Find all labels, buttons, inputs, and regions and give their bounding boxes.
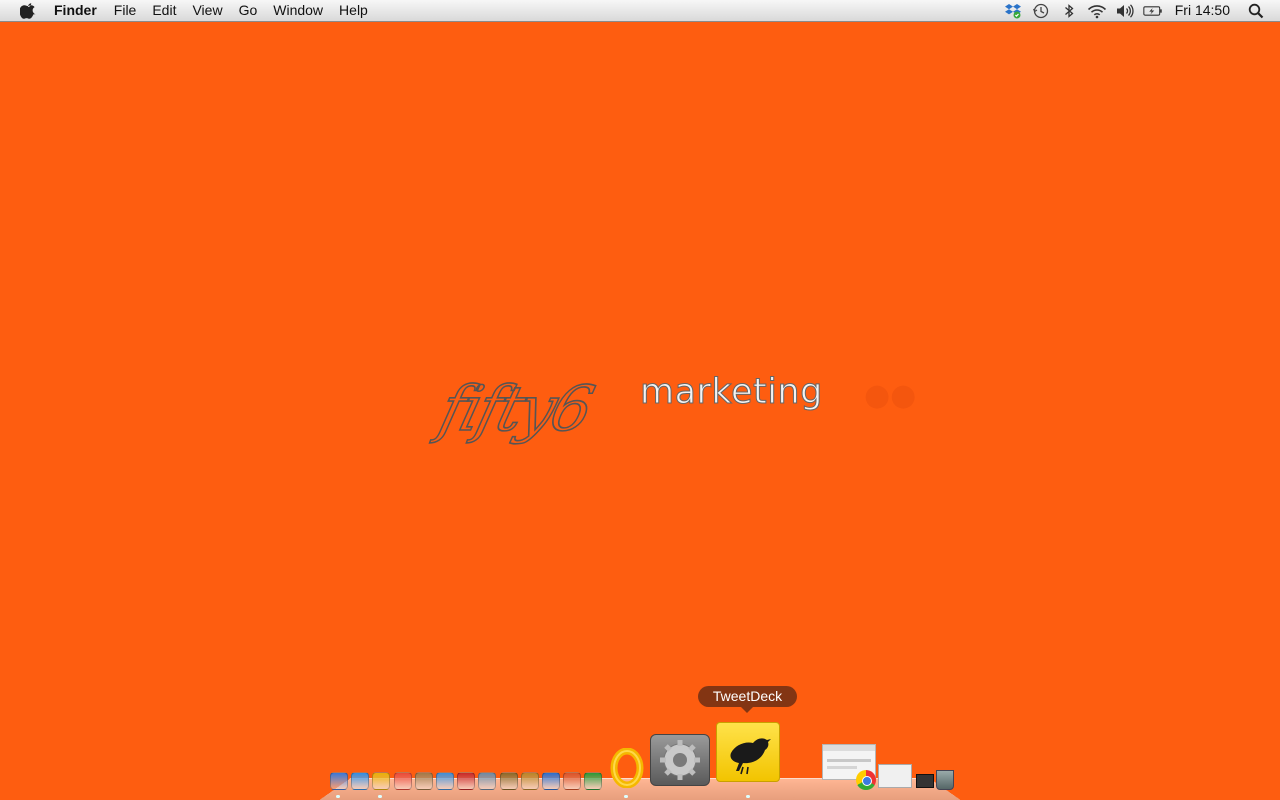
running-indicator <box>336 795 340 798</box>
menu-go[interactable]: Go <box>231 0 266 21</box>
garageband-icon[interactable] <box>521 772 539 790</box>
logo-script-text: fifty6 <box>432 371 599 446</box>
logo-ghost-mark: ●● <box>864 378 917 413</box>
itunes-icon[interactable] <box>436 772 454 790</box>
menu-bar: Finder File Edit View Go Window Help Fri… <box>0 0 1280 22</box>
menu-help[interactable]: Help <box>331 0 376 21</box>
tweetdeck-icon[interactable] <box>716 722 780 782</box>
bluetooth-icon[interactable] <box>1059 1 1079 21</box>
menu-bar-left: Finder File Edit View Go Window Help <box>0 0 376 21</box>
powerpoint-icon[interactable] <box>563 772 581 790</box>
running-indicator <box>746 795 750 798</box>
documents-stack-icon[interactable] <box>878 764 912 788</box>
finder-icon[interactable] <box>330 772 348 790</box>
logo-word-text: marketing <box>640 372 823 413</box>
menu-edit[interactable]: Edit <box>144 0 184 21</box>
menu-bar-right: Fri 14:50 <box>999 0 1280 21</box>
dropbox-icon[interactable] <box>1003 1 1023 21</box>
time-machine-icon[interactable] <box>1031 1 1051 21</box>
system-preferences-icon[interactable] <box>650 734 710 786</box>
spotlight-search-icon[interactable] <box>1246 1 1266 21</box>
window-line <box>827 759 871 762</box>
window-line <box>827 766 857 769</box>
menu-app-finder[interactable]: Finder <box>54 0 106 21</box>
outlook-icon[interactable] <box>610 747 644 789</box>
menu-view[interactable]: View <box>184 0 230 21</box>
menu-clock[interactable]: Fri 14:50 <box>1167 0 1240 21</box>
imovie-icon[interactable] <box>500 772 518 790</box>
apple-menu-icon[interactable] <box>18 1 38 21</box>
volume-icon[interactable] <box>1115 1 1135 21</box>
downloads-stack-icon[interactable] <box>916 774 934 788</box>
chrome-window-icon[interactable] <box>856 770 876 790</box>
chrome-center <box>862 776 872 786</box>
calendar-icon[interactable] <box>394 772 412 790</box>
excel-icon[interactable] <box>584 772 602 790</box>
photo-booth-icon[interactable] <box>457 772 475 790</box>
preview-icon[interactable] <box>478 772 496 790</box>
menu-file[interactable]: File <box>106 0 145 21</box>
battery-icon[interactable] <box>1143 1 1163 21</box>
dock-tooltip: TweetDeck <box>698 686 797 713</box>
wifi-icon[interactable] <box>1087 1 1107 21</box>
word-icon[interactable] <box>542 772 560 790</box>
running-indicator <box>624 795 628 798</box>
window-titlebar <box>823 745 875 751</box>
running-indicator <box>378 795 382 798</box>
trash-icon[interactable] <box>936 770 954 790</box>
desktop-logo: fifty6 marketing ●● <box>430 370 950 470</box>
app-store-icon[interactable] <box>351 772 369 790</box>
address-book-icon[interactable] <box>415 772 433 790</box>
chrome-icon[interactable] <box>372 772 390 790</box>
menu-window[interactable]: Window <box>265 0 331 21</box>
